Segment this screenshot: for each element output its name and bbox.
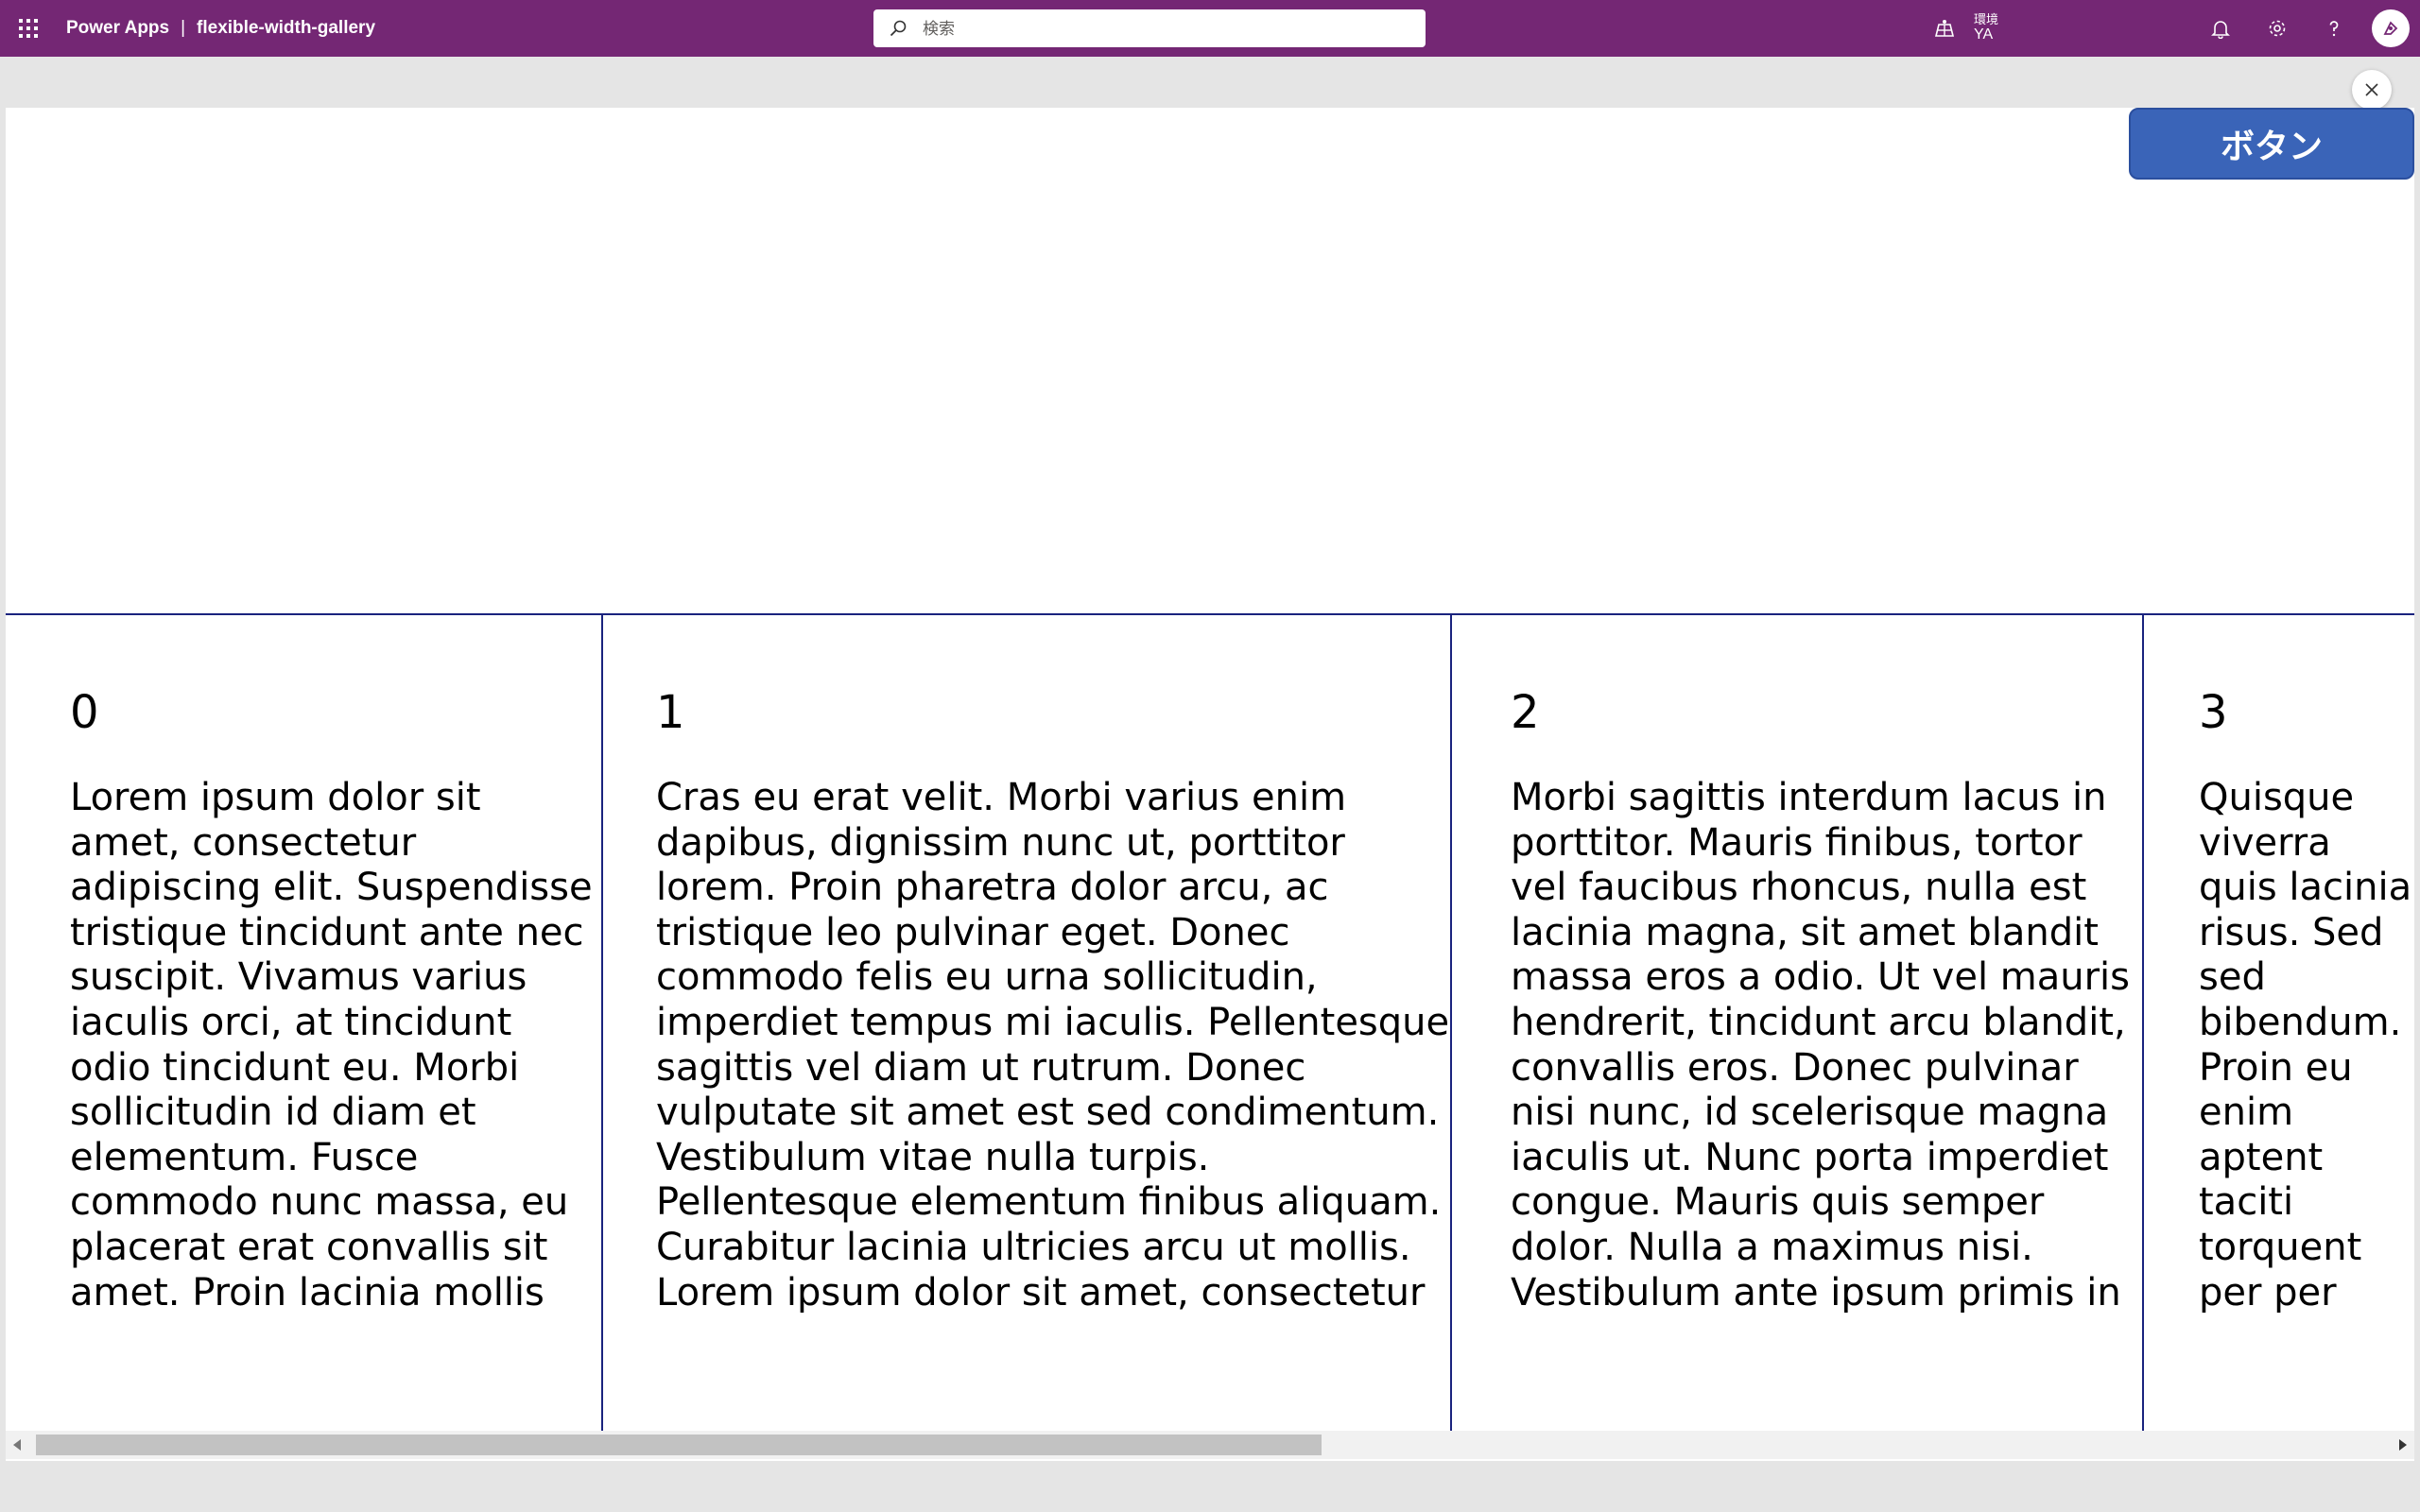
environment-label: 環境 (1974, 12, 1999, 26)
title-separator: | (181, 18, 186, 38)
search-icon (889, 19, 908, 38)
item-text: Quisque viverra quis lacinia risus. Sed … (2199, 776, 2412, 1313)
environment-value: YA (1974, 26, 1994, 43)
environment-icon (1932, 17, 1957, 40)
close-icon (2365, 83, 2378, 96)
item-number: 1 (656, 686, 685, 739)
scroll-right-arrow-icon[interactable] (2399, 1439, 2407, 1451)
gallery-horizontal-scrollbar[interactable] (6, 1431, 2414, 1459)
profile-icon (2383, 21, 2398, 35)
search-input[interactable] (921, 9, 1416, 49)
item-text: Cras eu erat velit. Morbi varius enim da… (656, 776, 1450, 1313)
app-name[interactable]: Power Apps (66, 18, 169, 38)
item-number: 0 (70, 686, 99, 739)
item-number: 2 (1511, 686, 1540, 739)
scrollbar-thumb[interactable] (36, 1435, 1322, 1455)
settings-gear-icon[interactable] (2263, 14, 2291, 43)
scroll-left-arrow-icon[interactable] (13, 1439, 21, 1451)
item-number: 3 (2199, 686, 2228, 739)
horizontal-gallery[interactable]: 0 Lorem ipsum dolor sit amet, consectetu… (6, 613, 2414, 1433)
item-text: Lorem ipsum dolor sit amet, consectetur … (70, 776, 593, 1313)
canvas-button[interactable]: ボタン (2129, 108, 2414, 180)
account-avatar[interactable] (2372, 9, 2410, 47)
app-file-name: flexible-width-gallery (197, 18, 376, 38)
gallery-item[interactable]: 1 Cras eu erat velit. Morbi varius enim … (603, 615, 1452, 1433)
gallery-item[interactable]: 0 Lorem ipsum dolor sit amet, consectetu… (6, 615, 603, 1433)
close-preview-button[interactable] (2352, 70, 2392, 110)
gallery-item[interactable]: 2 Morbi sagittis interdum lacus in portt… (1452, 615, 2144, 1433)
notifications-bell-icon[interactable] (2206, 14, 2235, 43)
app-title: Power Apps | flexible-width-gallery (66, 0, 375, 57)
item-text: Morbi sagittis interdum lacus in porttit… (1511, 776, 2130, 1313)
gallery-item[interactable]: 3 Quisque viverra quis lacinia risus. Se… (2144, 615, 2414, 1433)
suite-bar: Power Apps | flexible-width-gallery 環境 YA (0, 0, 2420, 57)
app-launcher-icon[interactable] (17, 17, 40, 40)
help-question-icon[interactable] (2320, 14, 2348, 43)
search-box[interactable] (873, 9, 1426, 49)
